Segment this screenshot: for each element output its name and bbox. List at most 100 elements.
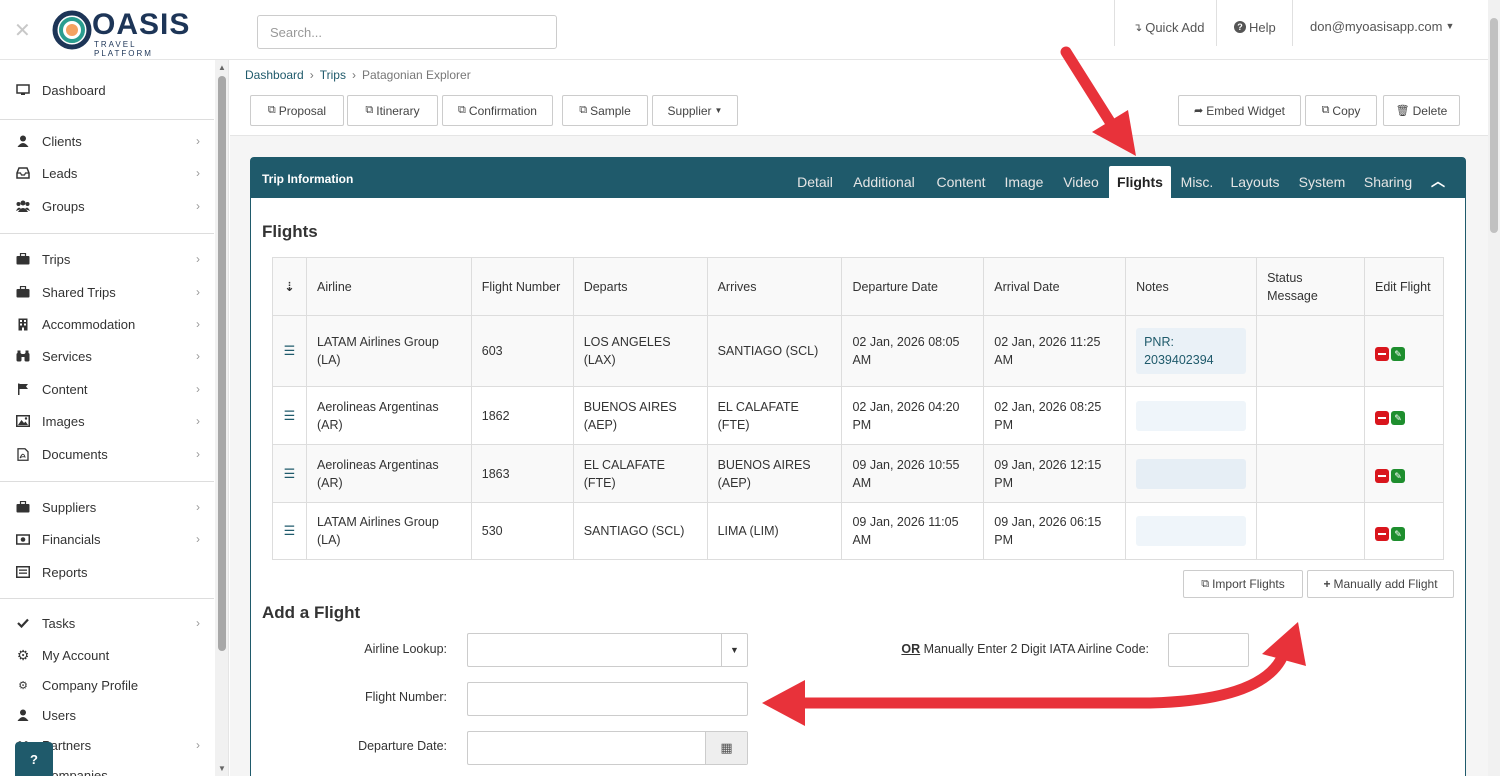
logo-text: OASIS [92,8,191,41]
sidebar-item-images[interactable]: Images › [0,406,212,436]
tab-flights[interactable]: Flights [1109,166,1171,198]
import-flights-button[interactable]: ⧉ Import Flights [1183,570,1303,598]
delete-flight-icon[interactable] [1374,411,1389,425]
edit-cell: ✎ [1363,315,1445,387]
status-cell [1256,315,1365,387]
sort-icon[interactable]: ⇣ [272,257,307,316]
confirmation-button[interactable]: ⧉ Confirmation [442,95,553,126]
plus-icon: + [1323,577,1331,591]
edit-pencil-icon[interactable]: ✎ [1390,411,1405,425]
itinerary-button[interactable]: ⧉ Itinerary [347,95,438,126]
sidebar-item-clients[interactable]: Clients › [0,126,212,156]
itinerary-label: Itinerary [376,103,420,118]
chevron-up-icon[interactable]: ︿ [1431,171,1445,191]
scroll-down-icon[interactable]: ▼ [218,764,226,773]
drag-handle-icon[interactable]: ☰ [272,315,307,387]
chevron-right-icon: › [196,738,200,752]
notes-field[interactable] [1136,400,1247,431]
tab-misc[interactable]: Misc. [1175,166,1219,198]
airline-cell: Aerolineas Argentinas (AR) [305,386,472,445]
sidebar-item-label: Suppliers [42,499,97,515]
drag-handle-icon[interactable]: ☰ [272,502,307,560]
tab-additional[interactable]: Additional [845,166,923,198]
edit-pencil-icon[interactable]: ✎ [1390,346,1405,361]
notes-field[interactable] [1136,516,1247,546]
tab-image[interactable]: Image [999,166,1049,198]
iata-code-input[interactable] [1168,633,1249,667]
external-link-icon: ⧉ [267,104,276,116]
help-link[interactable]: ? Help [1234,0,1276,54]
sidebar-item-documents[interactable]: Documents › [0,439,212,469]
drag-handle-icon[interactable]: ☰ [272,444,307,503]
flights-heading: Flights [262,222,318,241]
tab-layouts[interactable]: Layouts [1227,166,1283,198]
search-input[interactable] [257,15,557,49]
building-icon [16,317,30,331]
airline-cell: LATAM Airlines Group (LA) [305,315,472,387]
chevron-right-icon: › [196,349,200,363]
breadcrumb-dashboard[interactable]: Dashboard [245,68,304,82]
flight-number-input[interactable] [467,682,748,716]
delete-flight-icon[interactable] [1374,346,1389,361]
sidebar-item-leads[interactable]: Leads › [0,158,212,188]
supplier-dropdown-button[interactable]: Supplier ▼ [652,95,738,126]
sidebar-item-tasks[interactable]: Tasks › [0,608,212,638]
sidebar-item-users[interactable]: Users [0,700,212,730]
sidebar-item-financials[interactable]: Financials › [0,524,212,554]
suitcase-icon [16,252,30,266]
logo[interactable]: OASIS TRAVEL PLATFORM [52,8,192,58]
sidebar-scrollbar[interactable]: ▲ ▼ [215,60,228,776]
sidebar-item-accommodation[interactable]: Accommodation › [0,309,212,339]
delete-flight-icon[interactable] [1374,526,1389,541]
airline-cell: LATAM Airlines Group (LA) [305,502,472,560]
delete-flight-icon[interactable] [1374,469,1389,483]
edit-pencil-icon[interactable]: ✎ [1390,526,1405,541]
help-chat-button[interactable]: ? [15,742,53,776]
drag-handle-icon[interactable]: ☰ [272,386,307,445]
delete-label: Delete [1412,103,1448,118]
sidebar-item-reports[interactable]: Reports [0,557,212,587]
sidebar-item-my-account[interactable]: ⚙ My Account [0,640,212,670]
notes-field[interactable] [1136,458,1247,489]
sidebar-scrollbar-thumb[interactable] [218,76,226,651]
embed-widget-button[interactable]: ➦ Embed Widget [1178,95,1301,126]
manually-add-flight-button[interactable]: + Manually add Flight [1307,570,1454,598]
sidebar-item-trips[interactable]: Trips › [0,244,212,274]
user-menu[interactable]: don@myoasisapp.com ▼ [1310,0,1454,52]
sidebar-item-label: Users [42,707,76,723]
iata-label-text: Manually Enter 2 Digit IATA Airline Code… [923,642,1149,656]
sidebar-item-groups[interactable]: Groups › [0,191,212,221]
calendar-icon[interactable]: ▦ [705,732,747,764]
caret-down-icon[interactable]: ▼ [721,634,747,666]
delete-button[interactable]: 🗑 Delete [1383,95,1460,126]
tab-video[interactable]: Video [1056,166,1106,198]
quick-add-button[interactable]: ↴ Quick Add [1133,0,1204,54]
sidebar-item-suppliers[interactable]: Suppliers › [0,492,212,522]
tab-sharing[interactable]: Sharing [1359,166,1417,198]
notes-field[interactable]: PNR: 2039402394 [1136,328,1247,374]
departure-date-input[interactable]: ▦ [467,731,748,765]
departure-date-cell: 09 Jan, 2026 11:05 AM [841,502,985,560]
airline-lookup-select[interactable]: ▼ [467,633,748,667]
departs-cell: SANTIAGO (SCL) [572,502,708,560]
sidebar-item-services[interactable]: Services › [0,341,212,371]
edit-pencil-icon[interactable]: ✎ [1390,469,1405,483]
breadcrumb-trips[interactable]: Trips [320,68,346,82]
tab-content[interactable]: Content [930,166,992,198]
top-bar: ✕ OASIS TRAVEL PLATFORM ↴ Quick Add ? He… [0,0,1488,60]
sidebar-item-shared-trips[interactable]: Shared Trips › [0,277,212,307]
page-scrollbar[interactable] [1488,0,1500,776]
edit-cell: ✎ [1363,386,1445,445]
sidebar-item-dashboard[interactable]: Dashboard [0,75,212,105]
sample-button[interactable]: ⧉ Sample [562,95,648,126]
scroll-up-icon[interactable]: ▲ [218,63,226,72]
page-scrollbar-thumb[interactable] [1490,18,1498,233]
sidebar-item-company-profile[interactable]: ⚙ Company Profile [0,670,212,700]
chevron-right-icon: › [196,166,200,180]
close-icon[interactable]: ✕ [14,18,31,43]
proposal-button[interactable]: ⧉ Proposal [250,95,344,126]
sidebar-item-content[interactable]: Content › [0,374,212,404]
copy-button[interactable]: ⧉ Copy [1305,95,1377,126]
tab-detail[interactable]: Detail [789,166,841,198]
tab-system[interactable]: System [1293,166,1351,198]
